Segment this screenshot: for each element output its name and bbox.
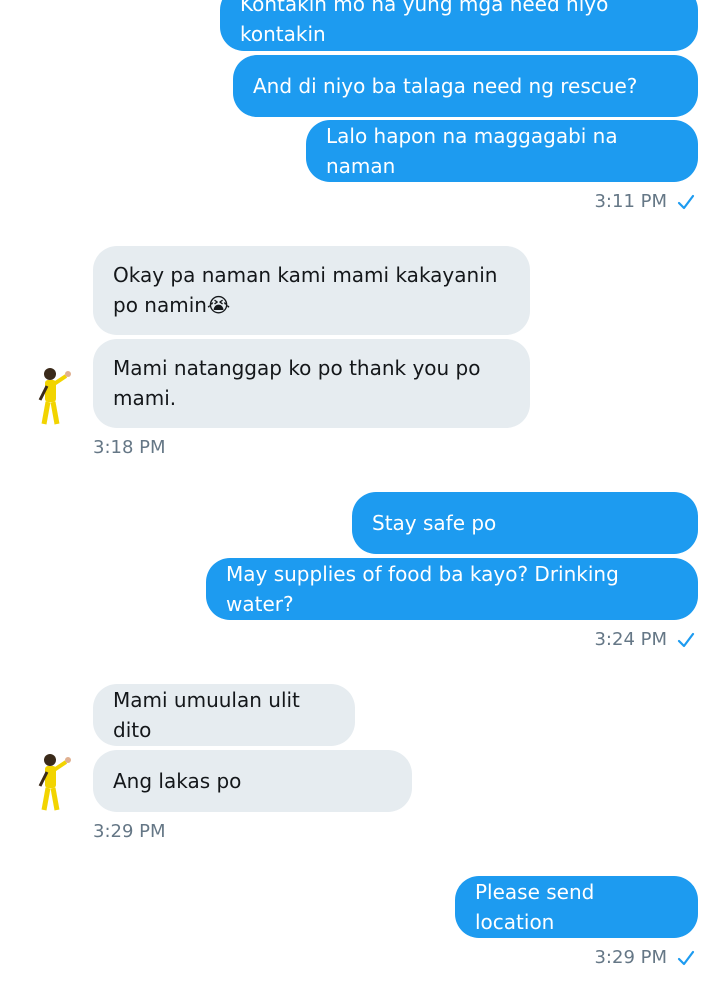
received-message[interactable]: Ang lakas po bbox=[93, 750, 412, 812]
avatar[interactable] bbox=[34, 366, 80, 428]
timestamp-text: 3:29 PM bbox=[594, 947, 667, 968]
checkmark-icon bbox=[677, 632, 695, 648]
sent-message[interactable]: May supplies of food ba kayo? Drinking w… bbox=[206, 558, 698, 620]
received-message[interactable]: Mami natanggap ko po thank you po mami. bbox=[93, 339, 530, 428]
received-message[interactable]: Mami umuulan ulit dito bbox=[93, 684, 355, 746]
message-timestamp: 3:11 PM bbox=[594, 190, 695, 214]
timestamp-text: 3:24 PM bbox=[594, 629, 667, 650]
sent-message[interactable]: And di niyo ba talaga need ng rescue? bbox=[233, 55, 698, 117]
sent-message[interactable]: Kontakin mo na yung mga need niyo kontak… bbox=[220, 0, 698, 51]
sent-message[interactable]: Please send location bbox=[455, 876, 698, 938]
message-timestamp: 3:24 PM bbox=[594, 628, 695, 652]
timestamp-text: 3:18 PM bbox=[93, 437, 166, 458]
timestamp-text: 3:11 PM bbox=[594, 191, 667, 212]
avatar[interactable] bbox=[34, 752, 80, 814]
sent-message[interactable]: Stay safe po bbox=[352, 492, 698, 554]
checkmark-icon bbox=[677, 194, 695, 210]
timestamp-text: 3:29 PM bbox=[93, 821, 166, 842]
received-message[interactable]: Okay pa naman kami mami kakayanin po nam… bbox=[93, 246, 530, 335]
sent-message[interactable]: Lalo hapon na maggagabi na naman bbox=[306, 120, 698, 182]
checkmark-icon bbox=[677, 950, 695, 966]
message-timestamp: 3:29 PM bbox=[93, 820, 166, 844]
message-timestamp: 3:18 PM bbox=[93, 436, 166, 460]
message-timestamp: 3:29 PM bbox=[594, 946, 695, 970]
